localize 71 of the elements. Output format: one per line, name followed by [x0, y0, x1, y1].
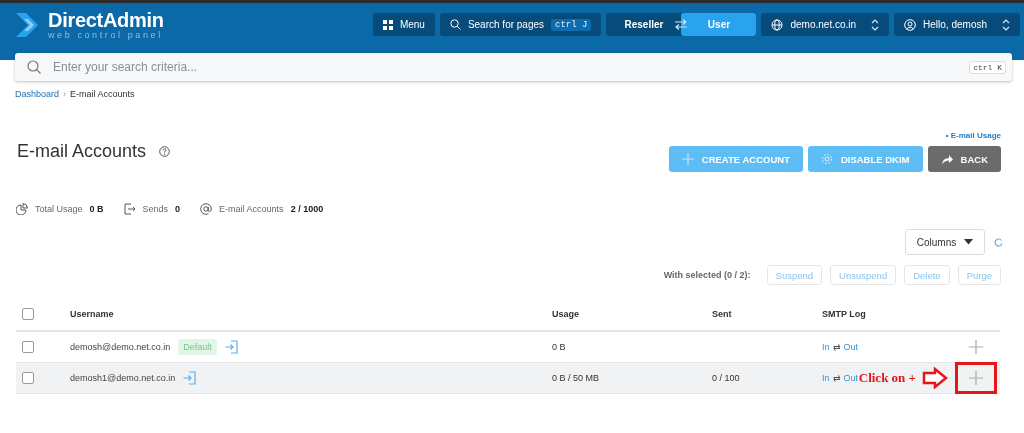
- login-icon[interactable]: [224, 340, 238, 354]
- breadcrumb-current: E-mail Accounts: [70, 89, 135, 99]
- role-tab[interactable]: Reseller: [606, 13, 682, 36]
- caret-icon: [964, 239, 974, 245]
- globe-icon: [771, 18, 784, 31]
- shortcut-key: ctrl J: [551, 18, 592, 31]
- shortcut-key: ctrl K: [969, 60, 1006, 74]
- action-button[interactable]: BACK: [927, 146, 1001, 172]
- plus-icon: [681, 153, 694, 165]
- login-icon[interactable]: [183, 371, 197, 385]
- share-arrow-icon: [940, 153, 953, 165]
- role-tab[interactable]: User: [681, 13, 757, 36]
- swap-arrows: ⇄: [832, 373, 841, 383]
- action-button[interactable]: CREATE ACCOUNT: [668, 146, 803, 172]
- usage-cell: 0 B / 50 MB: [552, 373, 600, 383]
- sent-cell: 0 / 100: [712, 373, 740, 383]
- default-badge: Default: [178, 339, 217, 355]
- checkbox[interactable]: [22, 372, 34, 384]
- annotation-text: Click on +: [858, 370, 916, 386]
- plus-icon: [969, 340, 983, 354]
- username: demosh1@demo.net.co.in: [70, 373, 176, 383]
- domain-selector[interactable]: demo.net.co.in: [761, 13, 890, 36]
- annotation-arrow-icon: [922, 367, 948, 389]
- username: demosh@demo.net.co.in: [70, 342, 171, 352]
- user-icon: [904, 18, 917, 31]
- expand-button[interactable]: [958, 365, 994, 391]
- at-sign-icon: [200, 203, 213, 215]
- action-button[interactable]: DISABLE DKIM: [807, 146, 923, 172]
- column-header: Username: [70, 309, 114, 319]
- email-usage-link[interactable]: • E-mail Usage: [945, 131, 1001, 140]
- stat-label: E-mail Accounts: [219, 204, 284, 214]
- column-header: SMTP Log: [822, 309, 866, 319]
- bulk-actions-label: With selected (0 / 2):: [663, 270, 751, 280]
- page-title: E-mail Accounts: [17, 141, 147, 162]
- help-icon: [159, 146, 171, 157]
- breadcrumb-link[interactable]: Dashboard: [15, 89, 60, 99]
- checkbox[interactable]: [22, 341, 34, 353]
- page-search-button[interactable]: Search for pages ctrl J: [439, 13, 602, 36]
- logo-subtitle: web control panel: [48, 29, 164, 41]
- grid-icon: [382, 19, 393, 30]
- menu-button[interactable]: Menu: [372, 13, 435, 36]
- stat-value: 2 / 1000: [290, 204, 324, 214]
- search-icon: [27, 60, 41, 74]
- usage-cell: 0 B: [552, 342, 566, 352]
- plus-icon: [969, 371, 983, 385]
- stat-value: 0: [175, 204, 181, 214]
- checkbox[interactable]: [22, 308, 34, 320]
- exit-icon: [123, 203, 136, 215]
- smtp-in-link[interactable]: In: [822, 373, 830, 383]
- smtp-out-link[interactable]: Out: [843, 373, 859, 383]
- logo-title: DirectAdmin: [48, 9, 164, 30]
- column-header: Sent: [712, 309, 732, 319]
- swap-icon: [674, 19, 689, 30]
- chevron-icon: [1002, 18, 1010, 31]
- column-header: Usage: [552, 309, 579, 319]
- gear-icon: [820, 153, 833, 165]
- stat-label: Sends: [142, 204, 169, 214]
- search-field[interactable]: Enter your search criteria...: [51, 59, 970, 75]
- smtp-out-link[interactable]: Out: [843, 342, 859, 352]
- smtp-in-link[interactable]: In: [822, 342, 830, 352]
- stat-label: Total Usage: [35, 204, 83, 214]
- search-bar[interactable]: Enter your search criteria... ctrl K: [15, 53, 1012, 81]
- search-icon: [449, 19, 461, 30]
- user-menu[interactable]: Hello, demosh: [894, 13, 1020, 36]
- breadcrumb-separator: ›: [63, 89, 67, 99]
- pie-chart-icon: [16, 203, 28, 215]
- stat-value: 0 B: [89, 204, 104, 214]
- refresh-icon: [994, 237, 1003, 247]
- columns-dropdown[interactable]: Columns: [905, 229, 985, 255]
- chevron-icon: [871, 18, 880, 31]
- swap-arrows: ⇄: [832, 342, 841, 352]
